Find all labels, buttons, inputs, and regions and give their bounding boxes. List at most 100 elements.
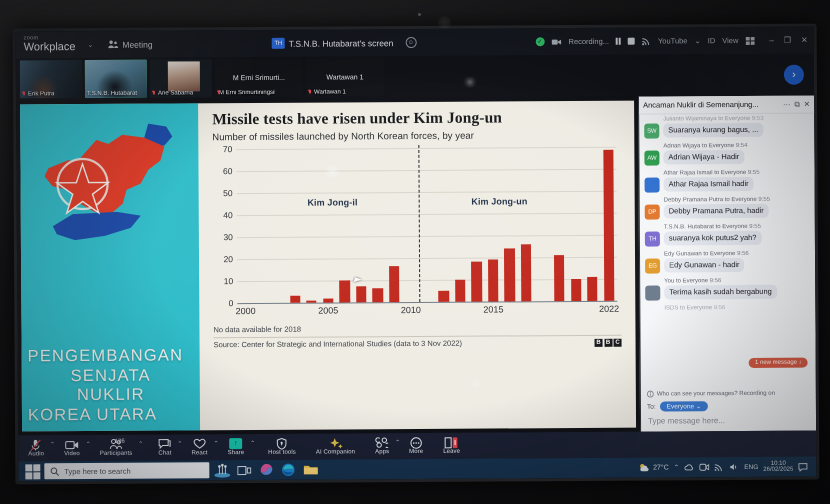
heart-icon xyxy=(193,438,206,449)
next-participants-button[interactable]: › xyxy=(783,64,804,85)
toolbar-ai-companion-button[interactable]: AI Companion xyxy=(316,437,355,456)
chevron-down-icon[interactable]: ⌄ xyxy=(87,40,93,48)
chevron-up-icon[interactable]: ⌃ xyxy=(395,439,400,446)
participant-tile-arie-sabarria[interactable]: Arie Sabarria xyxy=(149,59,213,98)
toolbar-video-button[interactable]: Video ⌃ xyxy=(64,439,91,458)
language-indicator[interactable]: ENG xyxy=(744,463,758,470)
chart-bar xyxy=(355,285,367,303)
toolbar-share-button[interactable]: ↑ Share ⌃ xyxy=(227,438,255,457)
view-label[interactable]: View xyxy=(722,36,738,45)
participant-name: M Erni Srimurtiningsih xyxy=(218,89,276,97)
weather-icon xyxy=(639,464,649,472)
toolbar-host-tools-button[interactable]: Host tools xyxy=(268,437,296,456)
chevron-down-icon[interactable]: ⌄ xyxy=(694,36,700,45)
cortana-illustration[interactable] xyxy=(213,462,231,478)
toolbar-more-button[interactable]: More xyxy=(409,436,423,455)
zoom-tray-icon[interactable] xyxy=(699,463,710,471)
chevron-up-icon[interactable]: ⌃ xyxy=(250,440,255,447)
chevron-up-icon[interactable]: ⌃ xyxy=(50,441,55,448)
share-screen-icon: ↑ xyxy=(229,438,243,450)
toolbar-chat-button[interactable]: Chat ⌃ xyxy=(158,438,182,457)
toolbar-participants-button[interactable]: 126 Participants ⌃ xyxy=(100,439,144,457)
onedrive-icon[interactable] xyxy=(684,463,694,471)
chart-gridline: 70 xyxy=(223,144,617,154)
chat-message-time: 9:54 xyxy=(735,142,748,150)
maximize-button[interactable]: ❐ xyxy=(784,36,791,45)
toolbar-video-label: Video xyxy=(64,451,80,458)
recording-icon xyxy=(551,39,561,45)
task-view-icon[interactable] xyxy=(235,462,253,478)
chart-bar xyxy=(438,290,449,302)
taskbar-search-input[interactable]: Type here to search xyxy=(44,462,210,480)
minimize-button[interactable]: – xyxy=(769,36,774,45)
network-icon[interactable] xyxy=(714,463,724,472)
pause-recording-button[interactable] xyxy=(615,37,621,45)
bbc-letter-b2: B xyxy=(604,338,613,347)
screen-share-indicator[interactable]: TH T.S.N.B. Hutabarat's screen ☺ xyxy=(271,36,417,49)
explorer-icon[interactable] xyxy=(301,462,319,478)
youtube-label[interactable]: YouTube xyxy=(658,36,688,45)
participant-tile-m-erni[interactable]: M Erni Srimurti... M Erni Srimurtiningsi… xyxy=(214,58,304,98)
chat-more-options-icon[interactable]: ··· xyxy=(783,100,791,109)
titlebar-right-cluster: ✓ Recording... YouTube ⌄ ID View – ❐ ✕ xyxy=(535,36,814,47)
chat-message-list[interactable]: Julianto Wijaminaya to Everyone 9:53 SW Su… xyxy=(639,114,816,389)
chat-message: Adrian Wijaya to Everyone 9:54 AW Adrian W… xyxy=(644,143,809,166)
notification-icon[interactable] xyxy=(798,462,809,472)
participant-tile-wartawan-1[interactable]: Wartawan 1 Wartawan 1 xyxy=(305,58,385,97)
chart-bar xyxy=(587,276,598,301)
presentation-slide: PENGEMBANGAN SENJATA NUKLIR KOREA UTARA … xyxy=(20,100,637,432)
toolbar-audio-button[interactable]: Audio ⌃ xyxy=(28,439,55,458)
toolbar-share-label: Share xyxy=(227,450,245,457)
taskbar-clock[interactable]: 10:10 26/02/2025 xyxy=(763,460,793,473)
chart-y-tick-label: 0 xyxy=(228,298,234,309)
dust-speck-2 xyxy=(438,16,451,29)
toolbar-leave-label: Leave xyxy=(443,448,461,455)
chart-gridline: 40 xyxy=(223,210,617,220)
chevron-up-icon[interactable]: ⌃ xyxy=(138,441,143,448)
toolbar-apps-button[interactable]: Apps ⌃ xyxy=(375,437,400,455)
video-subject xyxy=(167,61,201,92)
chat-message-time: 9:56 xyxy=(709,278,722,285)
emoji-reaction-icon[interactable]: ☺ xyxy=(405,36,417,49)
weather-widget[interactable]: 27°C xyxy=(638,462,669,472)
toolbar-leave-button[interactable]: Leave xyxy=(443,436,461,455)
bbc-letter-c: C xyxy=(613,338,622,347)
chat-message-text: Athar Rajaa Ismail hadir xyxy=(663,176,754,192)
meeting-id-label[interactable]: ID xyxy=(708,36,716,45)
chart-source-row: Source: Center for Strategic and Interna… xyxy=(214,338,622,349)
chat-bubble-icon xyxy=(158,438,171,450)
chat-message-text: Debby Pramana Putra, hadir xyxy=(663,203,769,219)
meeting-tab[interactable]: Meeting xyxy=(107,39,153,50)
new-messages-badge[interactable]: 1 new message ↓ xyxy=(748,357,808,368)
participant-tile-tsnb-hutabarat[interactable]: T.S.N.B. Hutabarat xyxy=(84,59,148,99)
chart-plot-area: 0 10 20 30 40 50 60 70 Kim Jong-il Kim Jong-un 200… xyxy=(212,144,621,321)
chart-annotation-2: Kim Jong-un xyxy=(471,196,528,207)
close-button[interactable]: ✕ xyxy=(801,36,808,45)
chat-message-sender: T.S.N.B. Hutabarat to Everyone xyxy=(663,223,748,231)
participant-tile-erik-putra[interactable]: Erik Putra xyxy=(19,60,83,99)
edge-icon[interactable] xyxy=(279,462,297,478)
chart-bar xyxy=(570,278,582,302)
chart-y-tick-label: 30 xyxy=(223,232,233,243)
close-icon[interactable]: ✕ xyxy=(804,100,810,109)
chat-recipient-dropdown[interactable]: Everyone ⌄ xyxy=(659,401,709,412)
volume-icon[interactable] xyxy=(729,463,739,471)
chat-message-meta: Edy Gunawan to Everyone 9:56 xyxy=(664,251,810,258)
meeting-tab-label: Meeting xyxy=(122,39,153,50)
toolbar-react-button[interactable]: React ⌃ xyxy=(191,438,219,456)
chat-message-row: DP Debby Pramana Putra, hadir xyxy=(644,203,810,220)
widgets-icon[interactable] xyxy=(257,462,275,478)
view-layout-icon[interactable] xyxy=(745,36,755,45)
chat-message-input[interactable]: Type message here... xyxy=(641,413,816,432)
toolbar-audio-label: Audio xyxy=(28,451,45,458)
windows-start-icon[interactable] xyxy=(25,463,41,479)
stop-recording-button[interactable] xyxy=(627,37,635,45)
chevron-up-icon[interactable]: ⌃ xyxy=(674,463,679,471)
chevron-up-icon[interactable]: ⌃ xyxy=(86,441,91,448)
chart-note: No data available for 2018 xyxy=(213,324,302,335)
chat-message-sender: Adrian Wijaya to Everyone xyxy=(663,143,735,150)
chevron-up-icon[interactable]: ⌃ xyxy=(214,440,219,447)
popout-icon[interactable]: ⧉ xyxy=(794,99,799,109)
camera-icon xyxy=(64,439,79,450)
chevron-up-icon[interactable]: ⌃ xyxy=(177,440,182,447)
